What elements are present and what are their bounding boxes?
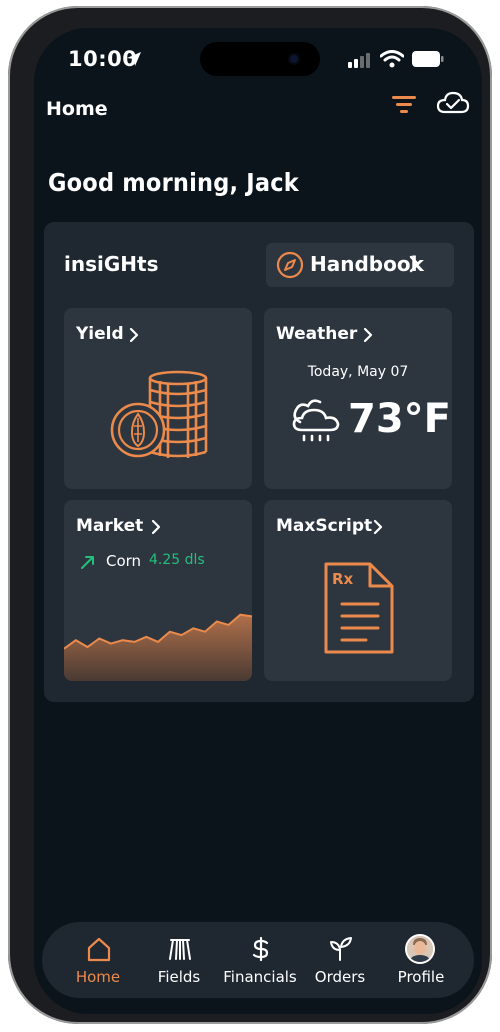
nav-item-orders[interactable]: Orders xyxy=(300,922,380,998)
chevron-right-icon xyxy=(363,327,373,343)
market-price: 4.25 dls xyxy=(149,552,205,568)
prescription-document-icon: Rx xyxy=(324,562,394,654)
weather-card[interactable]: Weather Today, May 07 73°F xyxy=(264,308,452,489)
nav-item-fields[interactable]: Fields xyxy=(139,922,219,998)
weather-temperature: 73°F xyxy=(348,396,451,442)
market-card[interactable]: Market Corn 4.25 dls xyxy=(64,500,252,681)
avatar-photo xyxy=(407,936,433,962)
nav-label-fields: Fields xyxy=(157,968,201,986)
nav-item-home[interactable]: Home xyxy=(58,922,138,998)
bottom-nav: Home Fields Financials Orders Profile xyxy=(42,922,474,998)
yield-card-title: Yield xyxy=(76,324,124,344)
insights-panel: insiGHts Handbook Yield Weather Today, M… xyxy=(44,222,474,702)
cloud-sync-icon[interactable] xyxy=(436,90,470,116)
nav-label-orders: Orders xyxy=(314,968,366,986)
chevron-right-icon xyxy=(129,327,139,343)
maxscript-card[interactable]: MaxScript Rx xyxy=(264,500,452,681)
wifi-icon xyxy=(380,50,404,68)
corn-coins-icon xyxy=(110,370,208,458)
fields-icon xyxy=(169,939,191,960)
sprout-icon xyxy=(330,937,352,961)
avatar xyxy=(407,936,433,962)
weather-date: Today, May 07 xyxy=(307,364,409,380)
cloud-rain-icon xyxy=(292,399,340,442)
market-crop-name: Corn xyxy=(106,552,142,570)
nav-label-profile: Profile xyxy=(397,968,445,986)
home-icon xyxy=(87,937,111,962)
sparkline-area xyxy=(64,614,252,681)
chevron-right-icon xyxy=(373,519,383,535)
nav-label-financials: Financials xyxy=(223,968,297,986)
battery-icon xyxy=(412,51,444,67)
status-bar: 10:00 xyxy=(34,46,482,76)
handbook-button[interactable]: Handbook xyxy=(266,243,454,287)
nav-label-home: Home xyxy=(75,968,121,986)
insights-title: insiGHts xyxy=(64,252,159,276)
chevron-right-icon xyxy=(151,519,161,535)
nav-item-profile[interactable]: Profile xyxy=(381,922,461,998)
filter-icon[interactable] xyxy=(390,92,418,116)
greeting-heading: Good morning, Jack xyxy=(48,168,299,197)
maxscript-card-title: MaxScript xyxy=(276,516,373,536)
app-screen: 10:00 Home Good morning, Jack insiGHts H… xyxy=(34,28,482,1014)
phone-frame: 10:00 Home Good morning, Jack insiGHts H… xyxy=(8,6,492,1024)
compass-icon xyxy=(276,251,304,279)
location-arrow-icon xyxy=(127,52,141,66)
weather-card-title: Weather xyxy=(276,324,358,344)
market-card-title: Market xyxy=(76,516,144,536)
cellular-signal-icon xyxy=(348,53,370,68)
trend-up-icon xyxy=(81,556,94,569)
page-title: Home xyxy=(46,98,108,120)
nav-item-financials[interactable]: Financials xyxy=(220,922,300,998)
dollar-icon xyxy=(252,936,269,962)
yield-card[interactable]: Yield xyxy=(64,308,252,489)
svg-text:Rx: Rx xyxy=(332,570,354,588)
chevron-right-icon xyxy=(409,255,420,273)
market-sparkline xyxy=(64,613,252,681)
handbook-label: Handbook xyxy=(310,252,424,276)
